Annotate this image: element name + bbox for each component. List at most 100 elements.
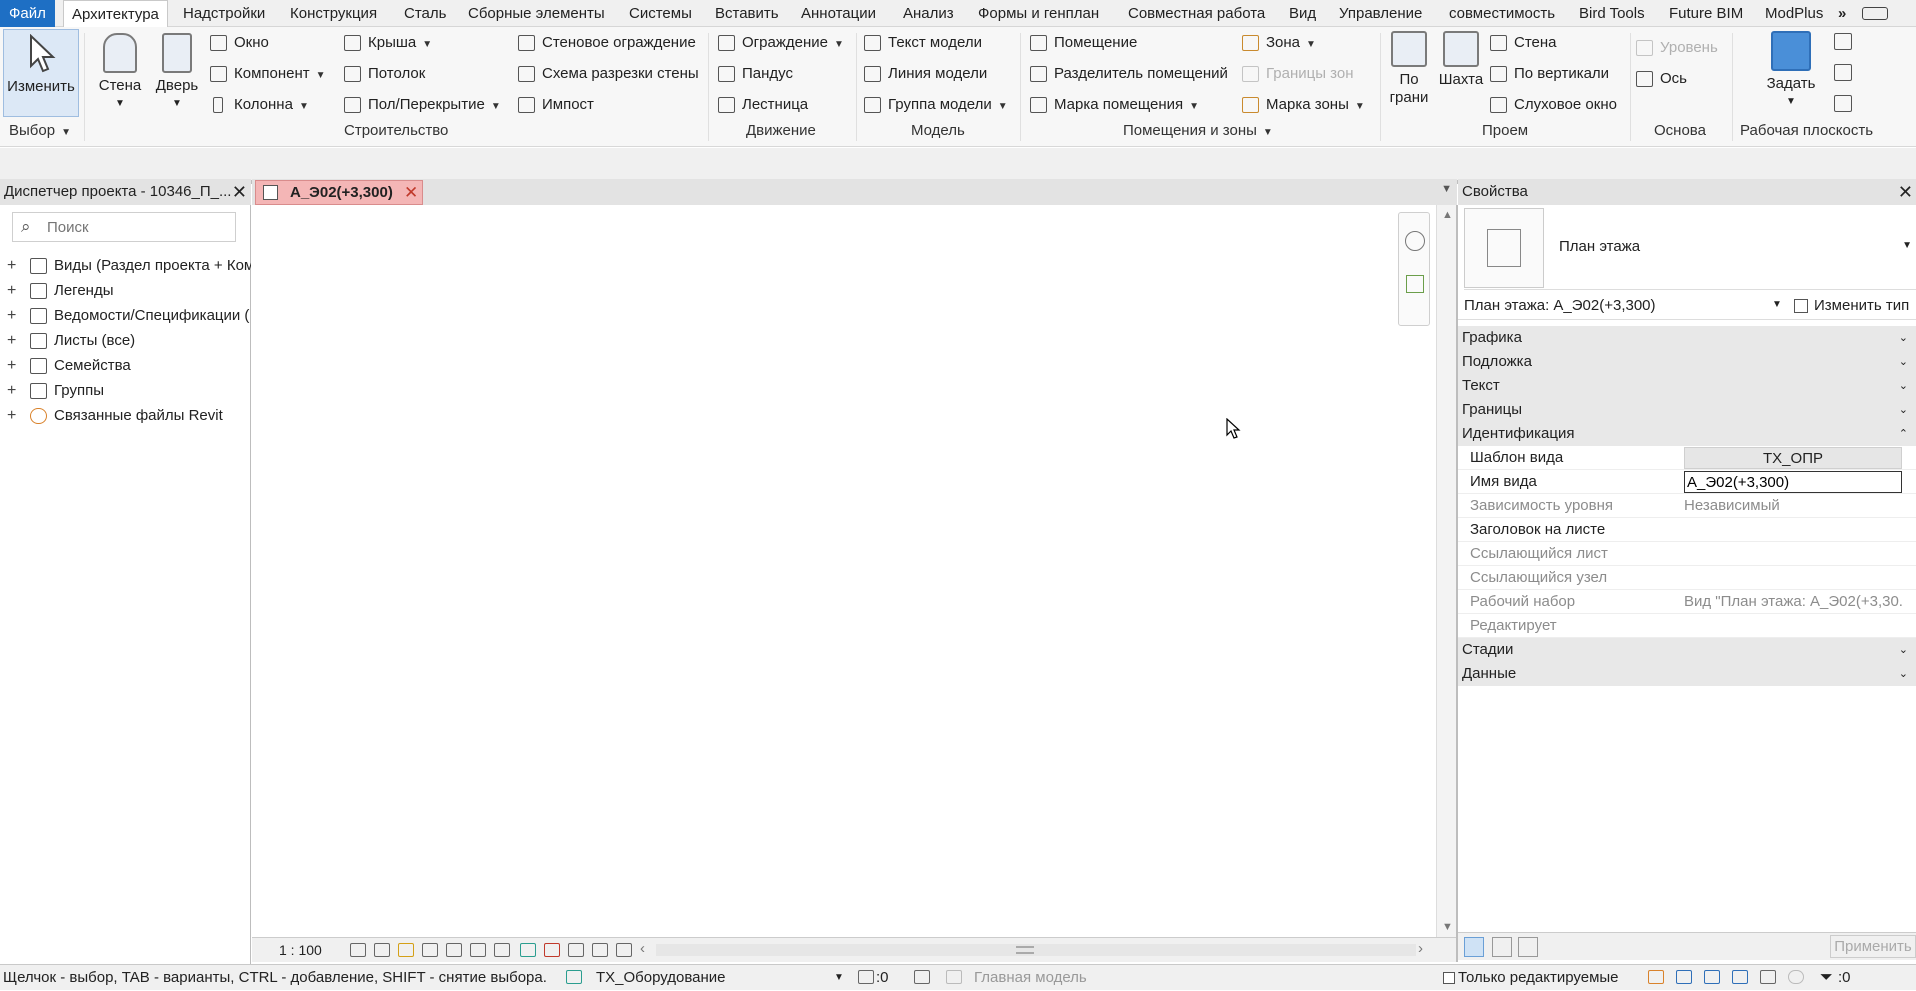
tree-item-schedules[interactable]: + Ведомости/Спецификации ( [0, 304, 251, 328]
wall-button[interactable]: Стена ▼ [92, 33, 148, 113]
ribbon-minimize-icon[interactable] [1862, 7, 1888, 20]
railing-button[interactable]: Ограждение ▼ [716, 30, 844, 56]
room-button[interactable]: Помещение [1028, 30, 1137, 56]
modify-button[interactable]: Изменить [3, 29, 79, 117]
scroll-right-icon[interactable]: › [1418, 940, 1423, 957]
scroll-grip-icon[interactable] [1016, 946, 1034, 954]
tree-item-sheets[interactable]: + Листы (все) [0, 329, 251, 353]
panel-splitter[interactable] [1456, 205, 1458, 962]
show-crop-icon[interactable] [470, 943, 486, 957]
menu-interop[interactable]: совместимость [1449, 0, 1555, 27]
scroll-up-icon[interactable]: ▲ [1442, 209, 1453, 221]
menu-architecture[interactable]: Архитектура [63, 0, 168, 28]
view-scale[interactable]: 1 : 100 [279, 938, 322, 962]
sort-ascending-icon[interactable] [1492, 937, 1512, 957]
worksets-icon[interactable] [566, 970, 582, 984]
level-button[interactable]: Уровень [1634, 35, 1718, 61]
select-by-face-icon[interactable] [1732, 970, 1748, 984]
menu-view[interactable]: Вид [1289, 0, 1316, 27]
menu-addins[interactable]: Надстройки [183, 0, 265, 27]
ceiling-button[interactable]: Потолок [342, 61, 425, 87]
mullion-button[interactable]: Импост [516, 92, 594, 118]
menu-massing[interactable]: Формы и генплан [978, 0, 1099, 27]
menu-collaborate[interactable]: Совместная работа [1128, 0, 1265, 27]
drag-elements-icon[interactable] [1760, 970, 1776, 984]
edit-type-button[interactable]: Изменить тип [1794, 297, 1909, 314]
view-tab[interactable]: А_Э02(+3,300) ✕ [255, 180, 423, 205]
vertical-opening-button[interactable]: По вертикали [1488, 61, 1609, 87]
column-button[interactable]: Колонна ▼ [208, 92, 309, 118]
select-underlay-icon[interactable] [1676, 970, 1692, 984]
horizontal-scrollbar[interactable] [656, 944, 1416, 956]
menu-analyze[interactable]: Анализ [903, 0, 954, 27]
menu-systems[interactable]: Системы [629, 0, 692, 27]
floor-button[interactable]: Пол/Перекрытие ▼ [342, 92, 501, 118]
worksharing-display-icon[interactable] [592, 943, 608, 957]
main-model-label[interactable]: Главная модель [974, 965, 1087, 991]
tree-item-groups[interactable]: + Группы [0, 379, 251, 403]
menu-future-bim[interactable]: Future BIM [1669, 0, 1743, 27]
visual-style-icon[interactable] [374, 943, 390, 957]
prop-row-title-on-sheet[interactable]: Заголовок на листе [1458, 518, 1916, 542]
menu-annotate[interactable]: Аннотации [801, 0, 876, 27]
menu-insert[interactable]: Вставить [715, 0, 779, 27]
filter-icon[interactable]: ⏷ [1820, 969, 1833, 987]
roof-button[interactable]: Крыша ▼ [342, 30, 432, 56]
area-tag-button[interactable]: Марка зоны ▼ [1240, 92, 1365, 118]
design-options-icon[interactable] [914, 970, 930, 984]
group-text[interactable]: Текст ⌄ [1458, 374, 1916, 398]
close-tab-icon[interactable]: ✕ [404, 181, 418, 205]
apply-button[interactable]: Применить [1830, 935, 1916, 958]
tab-menu-icon[interactable]: ▼ [1441, 183, 1452, 195]
menu-structure[interactable]: Конструкция [290, 0, 377, 27]
grid-button[interactable]: Ось [1634, 66, 1687, 92]
shaft-button[interactable]: Шахта [1436, 31, 1486, 89]
detail-level-icon[interactable] [350, 943, 366, 957]
steering-wheel-icon[interactable] [1405, 231, 1425, 251]
area-button[interactable]: Зона ▼ [1240, 30, 1316, 56]
show-workplane-icon[interactable] [1834, 33, 1852, 50]
analytical-model-icon[interactable] [616, 943, 632, 957]
shadows-icon[interactable] [422, 943, 438, 957]
menu-steel[interactable]: Сталь [404, 0, 446, 27]
zoom-icon[interactable] [1406, 275, 1424, 293]
window-button[interactable]: Окно [208, 30, 269, 56]
room-separator-button[interactable]: Разделитель помещений [1028, 61, 1228, 87]
room-tag-button[interactable]: Марка помещения ▼ [1028, 92, 1199, 118]
type-selector[interactable]: План этажа ▼ [1464, 206, 1916, 290]
area-boundary-button[interactable]: Границы зон [1240, 61, 1354, 87]
group-phasing[interactable]: Стадии ⌄ [1458, 638, 1916, 662]
tree-item-legends[interactable]: + Легенды [0, 279, 251, 303]
crop-view-icon[interactable] [446, 943, 462, 957]
group-data[interactable]: Данные ⌄ [1458, 662, 1916, 686]
temp-properties-icon[interactable] [568, 943, 584, 957]
sort-descending-icon[interactable] [1518, 937, 1538, 957]
wall-opening-button[interactable]: Стена [1488, 30, 1557, 56]
active-workset[interactable]: ТХ_Оборудование [596, 965, 726, 991]
sun-path-icon[interactable] [398, 943, 414, 957]
menu-modplus[interactable]: ModPlus [1765, 0, 1823, 27]
search-box[interactable]: ⌕ [12, 212, 236, 242]
menu-precast[interactable]: Сборные элементы [468, 0, 605, 27]
editable-only-checkbox[interactable] [1443, 972, 1455, 984]
component-button[interactable]: Компонент ▼ [208, 61, 326, 87]
view-name-input[interactable] [1684, 471, 1902, 493]
chevron-down-icon[interactable]: ▼ [834, 965, 844, 991]
ref-plane-icon[interactable] [1834, 64, 1852, 81]
model-text-button[interactable]: Текст модели [862, 30, 982, 56]
viewer-icon[interactable] [1834, 95, 1852, 112]
menu-file[interactable]: Файл [0, 0, 55, 27]
ramp-button[interactable]: Пандус [716, 61, 793, 87]
menu-overflow-icon[interactable]: » [1838, 0, 1846, 27]
temp-hide-icon[interactable] [520, 943, 536, 957]
chevron-down-icon[interactable]: ▼ [1772, 299, 1782, 310]
instance-selector[interactable]: План этажа: А_Э02(+3,300) [1464, 297, 1656, 314]
group-underlay[interactable]: Подложка ⌄ [1458, 350, 1916, 374]
background-process-icon[interactable] [1788, 970, 1804, 984]
panel-room-area-label[interactable]: Помещения и зоны ▼ [1123, 122, 1273, 139]
dormer-button[interactable]: Слуховое окно [1488, 92, 1617, 118]
sort-categorized-icon[interactable] [1464, 937, 1484, 957]
tree-item-revit-links[interactable]: + Связанные файлы Revit [0, 404, 251, 428]
stair-button[interactable]: Лестница [716, 92, 808, 118]
model-group-button[interactable]: Группа модели ▼ [862, 92, 1008, 118]
